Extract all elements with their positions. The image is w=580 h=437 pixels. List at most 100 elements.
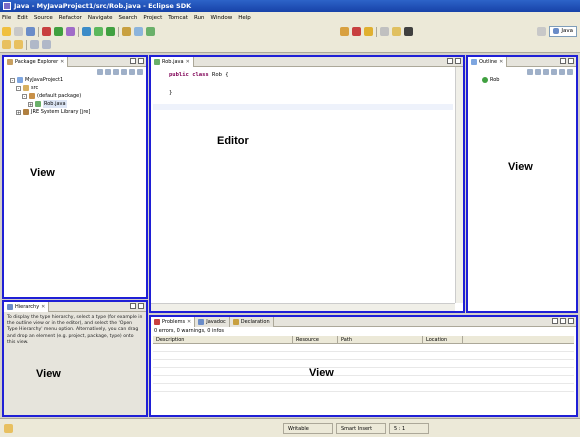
sort-icon[interactable] (527, 68, 533, 75)
maximize-icon[interactable] (138, 58, 144, 64)
minimize-icon[interactable] (130, 58, 136, 64)
expand-icon[interactable]: - (10, 77, 15, 83)
back-icon[interactable] (97, 68, 103, 75)
outline-item-rob[interactable]: Rob (482, 76, 576, 84)
maximize-icon[interactable] (568, 318, 574, 324)
maximize-icon[interactable] (138, 303, 144, 309)
problems-table-header: Description Resource Path Location (153, 336, 574, 344)
menu-tomcat[interactable]: Tomcat (168, 15, 188, 21)
view-menu-icon[interactable] (137, 68, 143, 75)
print-icon[interactable] (26, 27, 35, 36)
show-whitespace-icon[interactable] (404, 27, 413, 36)
tree-item-project[interactable]: - MyJavaProject1 (10, 76, 146, 84)
tomcat-restart-icon[interactable] (340, 27, 349, 36)
library-icon (23, 109, 29, 115)
close-icon[interactable]: ✕ (187, 319, 191, 325)
column-path[interactable]: Path (338, 336, 423, 343)
menu-search[interactable]: Search (119, 15, 138, 21)
previous-annotation-icon[interactable] (14, 40, 23, 49)
expand-icon[interactable]: + (16, 109, 21, 115)
menu-window[interactable]: Window (211, 15, 233, 21)
editor-horizontal-scrollbar[interactable] (151, 303, 455, 311)
save-icon[interactable] (14, 27, 23, 36)
open-perspective-icon[interactable] (537, 26, 547, 36)
tab-rob-java[interactable]: Rob.java ✕ (151, 56, 194, 67)
new-icon[interactable] (2, 27, 11, 36)
fast-view-icon[interactable] (4, 424, 13, 433)
menu-help[interactable]: Help (238, 15, 251, 21)
debug-icon[interactable] (42, 27, 51, 36)
writable-label: Writable (288, 425, 309, 432)
menu-project[interactable]: Project (143, 15, 162, 21)
tree-item-src[interactable]: - src (10, 84, 146, 92)
forward-icon[interactable] (105, 68, 111, 75)
filter-icon[interactable] (552, 318, 558, 324)
tree-item-rob-java[interactable]: + Rob.java (10, 100, 146, 108)
column-location[interactable]: Location (423, 336, 463, 343)
minimize-icon[interactable] (560, 58, 566, 64)
new-java-project-icon[interactable] (82, 27, 91, 36)
hide-fields-icon[interactable] (535, 68, 541, 75)
tree-label: MyJavaProject1 (25, 77, 64, 83)
hide-static-icon[interactable] (543, 68, 549, 75)
tab-problems[interactable]: Problems ✕ (151, 316, 196, 327)
minimize-icon[interactable] (560, 318, 566, 324)
next-annotation-icon[interactable] (2, 40, 11, 49)
close-icon[interactable]: ✕ (186, 59, 190, 65)
tab-label: Javadoc (206, 318, 226, 325)
open-type-icon[interactable] (122, 27, 131, 36)
package-explorer-toolbar (4, 67, 146, 76)
expand-icon[interactable]: - (22, 93, 27, 99)
tab-hierarchy[interactable]: Hierarchy ✕ (4, 301, 50, 312)
tree-item-jre[interactable]: + JRE System Library [jre] (10, 108, 146, 116)
minimize-icon[interactable] (130, 303, 136, 309)
menu-edit[interactable]: Edit (17, 15, 28, 21)
menu-refactor[interactable]: Refactor (59, 15, 82, 21)
close-icon[interactable]: ✕ (499, 59, 503, 65)
minimize-icon[interactable] (447, 58, 453, 64)
menu-run[interactable]: Run (194, 15, 205, 21)
close-icon[interactable]: ✕ (60, 59, 64, 65)
tab-javadoc[interactable]: Javadoc (195, 316, 230, 327)
hide-local-types-icon[interactable] (559, 68, 565, 75)
editor-vertical-scrollbar[interactable] (455, 67, 463, 303)
link-editor-icon[interactable] (129, 68, 135, 75)
tree-item-default-package[interactable]: - (default package) (10, 92, 146, 100)
collapse-all-icon[interactable] (121, 68, 127, 75)
maximize-icon[interactable] (455, 58, 461, 64)
menu-source[interactable]: Source (34, 15, 53, 21)
run-icon[interactable] (54, 27, 63, 36)
maximize-icon[interactable] (568, 58, 574, 64)
search-icon[interactable] (134, 27, 143, 36)
code-area[interactable]: public class Rob { } (151, 67, 463, 98)
toggle-mark-icon[interactable] (364, 27, 373, 36)
column-description[interactable]: Description (153, 336, 293, 343)
back-icon[interactable] (30, 40, 39, 49)
java-perspective-button[interactable]: Java (549, 25, 577, 37)
view-menu-icon[interactable] (567, 68, 573, 75)
new-package-icon[interactable] (94, 27, 103, 36)
forward-icon[interactable] (42, 40, 51, 49)
close-icon[interactable]: ✕ (41, 304, 45, 310)
tomcat-start-icon[interactable] (146, 27, 155, 36)
outline-view: Outline ✕ Rob View (466, 55, 578, 313)
external-tools-icon[interactable] (66, 27, 75, 36)
view-annotation: View (30, 167, 55, 179)
hide-nonpublic-icon[interactable] (551, 68, 557, 75)
tab-declaration[interactable]: Declaration (229, 316, 274, 327)
new-class-icon[interactable] (106, 27, 115, 36)
column-resource[interactable]: Resource (293, 336, 338, 343)
menu-file[interactable]: File (2, 15, 11, 21)
tab-package-explorer[interactable]: Package Explorer ✕ (4, 56, 69, 67)
up-icon[interactable] (113, 68, 119, 75)
tab-outline[interactable]: Outline ✕ (468, 56, 508, 67)
tomcat-stop-icon[interactable] (352, 27, 361, 36)
open-task-icon[interactable] (380, 27, 389, 36)
menu-navigate[interactable]: Navigate (88, 15, 113, 21)
toggle-highlight-icon[interactable] (392, 27, 401, 36)
toolbar-separator (26, 39, 27, 50)
expand-icon[interactable]: - (16, 85, 21, 91)
expand-icon[interactable]: + (28, 101, 33, 107)
code-keyword: public (169, 72, 189, 78)
